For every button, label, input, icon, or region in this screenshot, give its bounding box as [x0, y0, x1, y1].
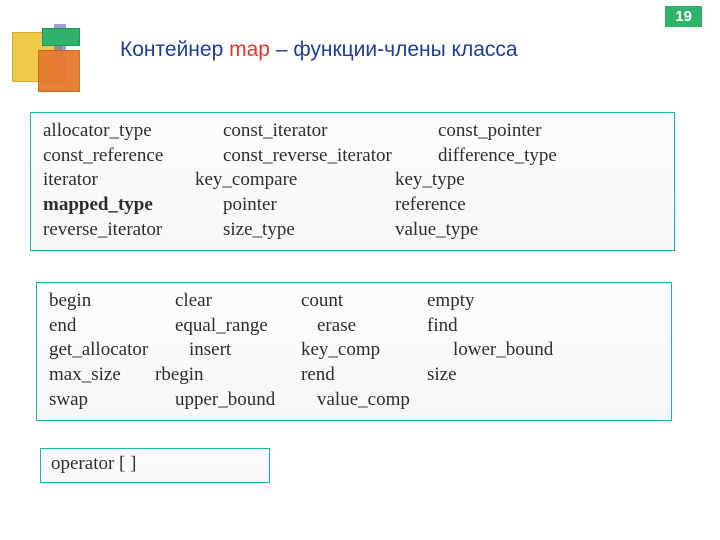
- type-cell: size_type: [223, 218, 395, 243]
- member-types-box: allocator_type const_iterator const_poin…: [30, 112, 675, 251]
- funcs-row: end equal_range erase find: [49, 314, 661, 339]
- func-cell: size: [427, 363, 553, 388]
- func-cell: lower_bound: [453, 338, 579, 363]
- decorative-logo: [12, 28, 102, 98]
- func-cell: swap: [49, 388, 175, 413]
- type-cell: const_pointer: [438, 119, 664, 144]
- func-cell: rend: [301, 363, 427, 388]
- type-cell: const_reverse_iterator: [223, 144, 438, 169]
- title-word-map: map: [229, 38, 270, 61]
- title-rest: – функции-члены класса: [276, 38, 518, 61]
- types-row: reverse_iterator size_type value_type: [43, 218, 664, 243]
- page-number: 19: [665, 6, 702, 27]
- type-cell: key_compare: [195, 168, 395, 193]
- type-cell: reference: [395, 193, 664, 218]
- type-cell: allocator_type: [43, 119, 223, 144]
- funcs-row: swap upper_bound value_comp: [49, 388, 661, 413]
- type-cell: key_type: [395, 168, 664, 193]
- func-cell: get_allocator: [49, 338, 189, 363]
- type-cell: const_reference: [43, 144, 223, 169]
- func-cell: end: [49, 314, 175, 339]
- func-cell: erase: [317, 314, 427, 339]
- funcs-row: begin clear count empty: [49, 289, 661, 314]
- type-cell: const_iterator: [223, 119, 438, 144]
- func-cell: key_comp: [301, 338, 453, 363]
- type-cell: difference_type: [438, 144, 664, 169]
- func-cell: begin: [49, 289, 175, 314]
- operator-text: operator [ ]: [51, 453, 136, 474]
- type-cell: iterator: [43, 168, 195, 193]
- types-row: mapped_type pointer reference: [43, 193, 664, 218]
- func-cell: value_comp: [317, 388, 443, 413]
- types-row: const_reference const_reverse_iterator d…: [43, 144, 664, 169]
- func-cell: find: [427, 314, 553, 339]
- title-word-container: Контейнер: [120, 38, 223, 61]
- slide: 19 Контейнер map – функции-члены класса …: [0, 0, 720, 540]
- slide-title: Контейнер map – функции-члены класса: [120, 38, 518, 62]
- type-cell-mapped-type: mapped_type: [43, 193, 223, 218]
- square-orange: [38, 50, 80, 92]
- member-functions-box: begin clear count empty end equal_range …: [36, 282, 672, 421]
- func-cell: equal_range: [175, 314, 317, 339]
- func-cell: insert: [189, 338, 301, 363]
- types-row: iterator key_compare key_type: [43, 168, 664, 193]
- types-row: allocator_type const_iterator const_poin…: [43, 119, 664, 144]
- func-cell: clear: [175, 289, 301, 314]
- func-cell: upper_bound: [175, 388, 317, 413]
- func-cell: count: [301, 289, 427, 314]
- type-cell: pointer: [223, 193, 395, 218]
- type-cell: reverse_iterator: [43, 218, 223, 243]
- operator-box: operator [ ]: [40, 448, 270, 483]
- square-green: [42, 28, 80, 46]
- type-cell: value_type: [395, 218, 664, 243]
- funcs-row: max_size rbegin rend size: [49, 363, 661, 388]
- funcs-row: get_allocator insert key_comp lower_boun…: [49, 338, 661, 363]
- func-cell: max_size: [49, 363, 155, 388]
- func-cell: rbegin: [155, 363, 301, 388]
- func-cell: empty: [427, 289, 553, 314]
